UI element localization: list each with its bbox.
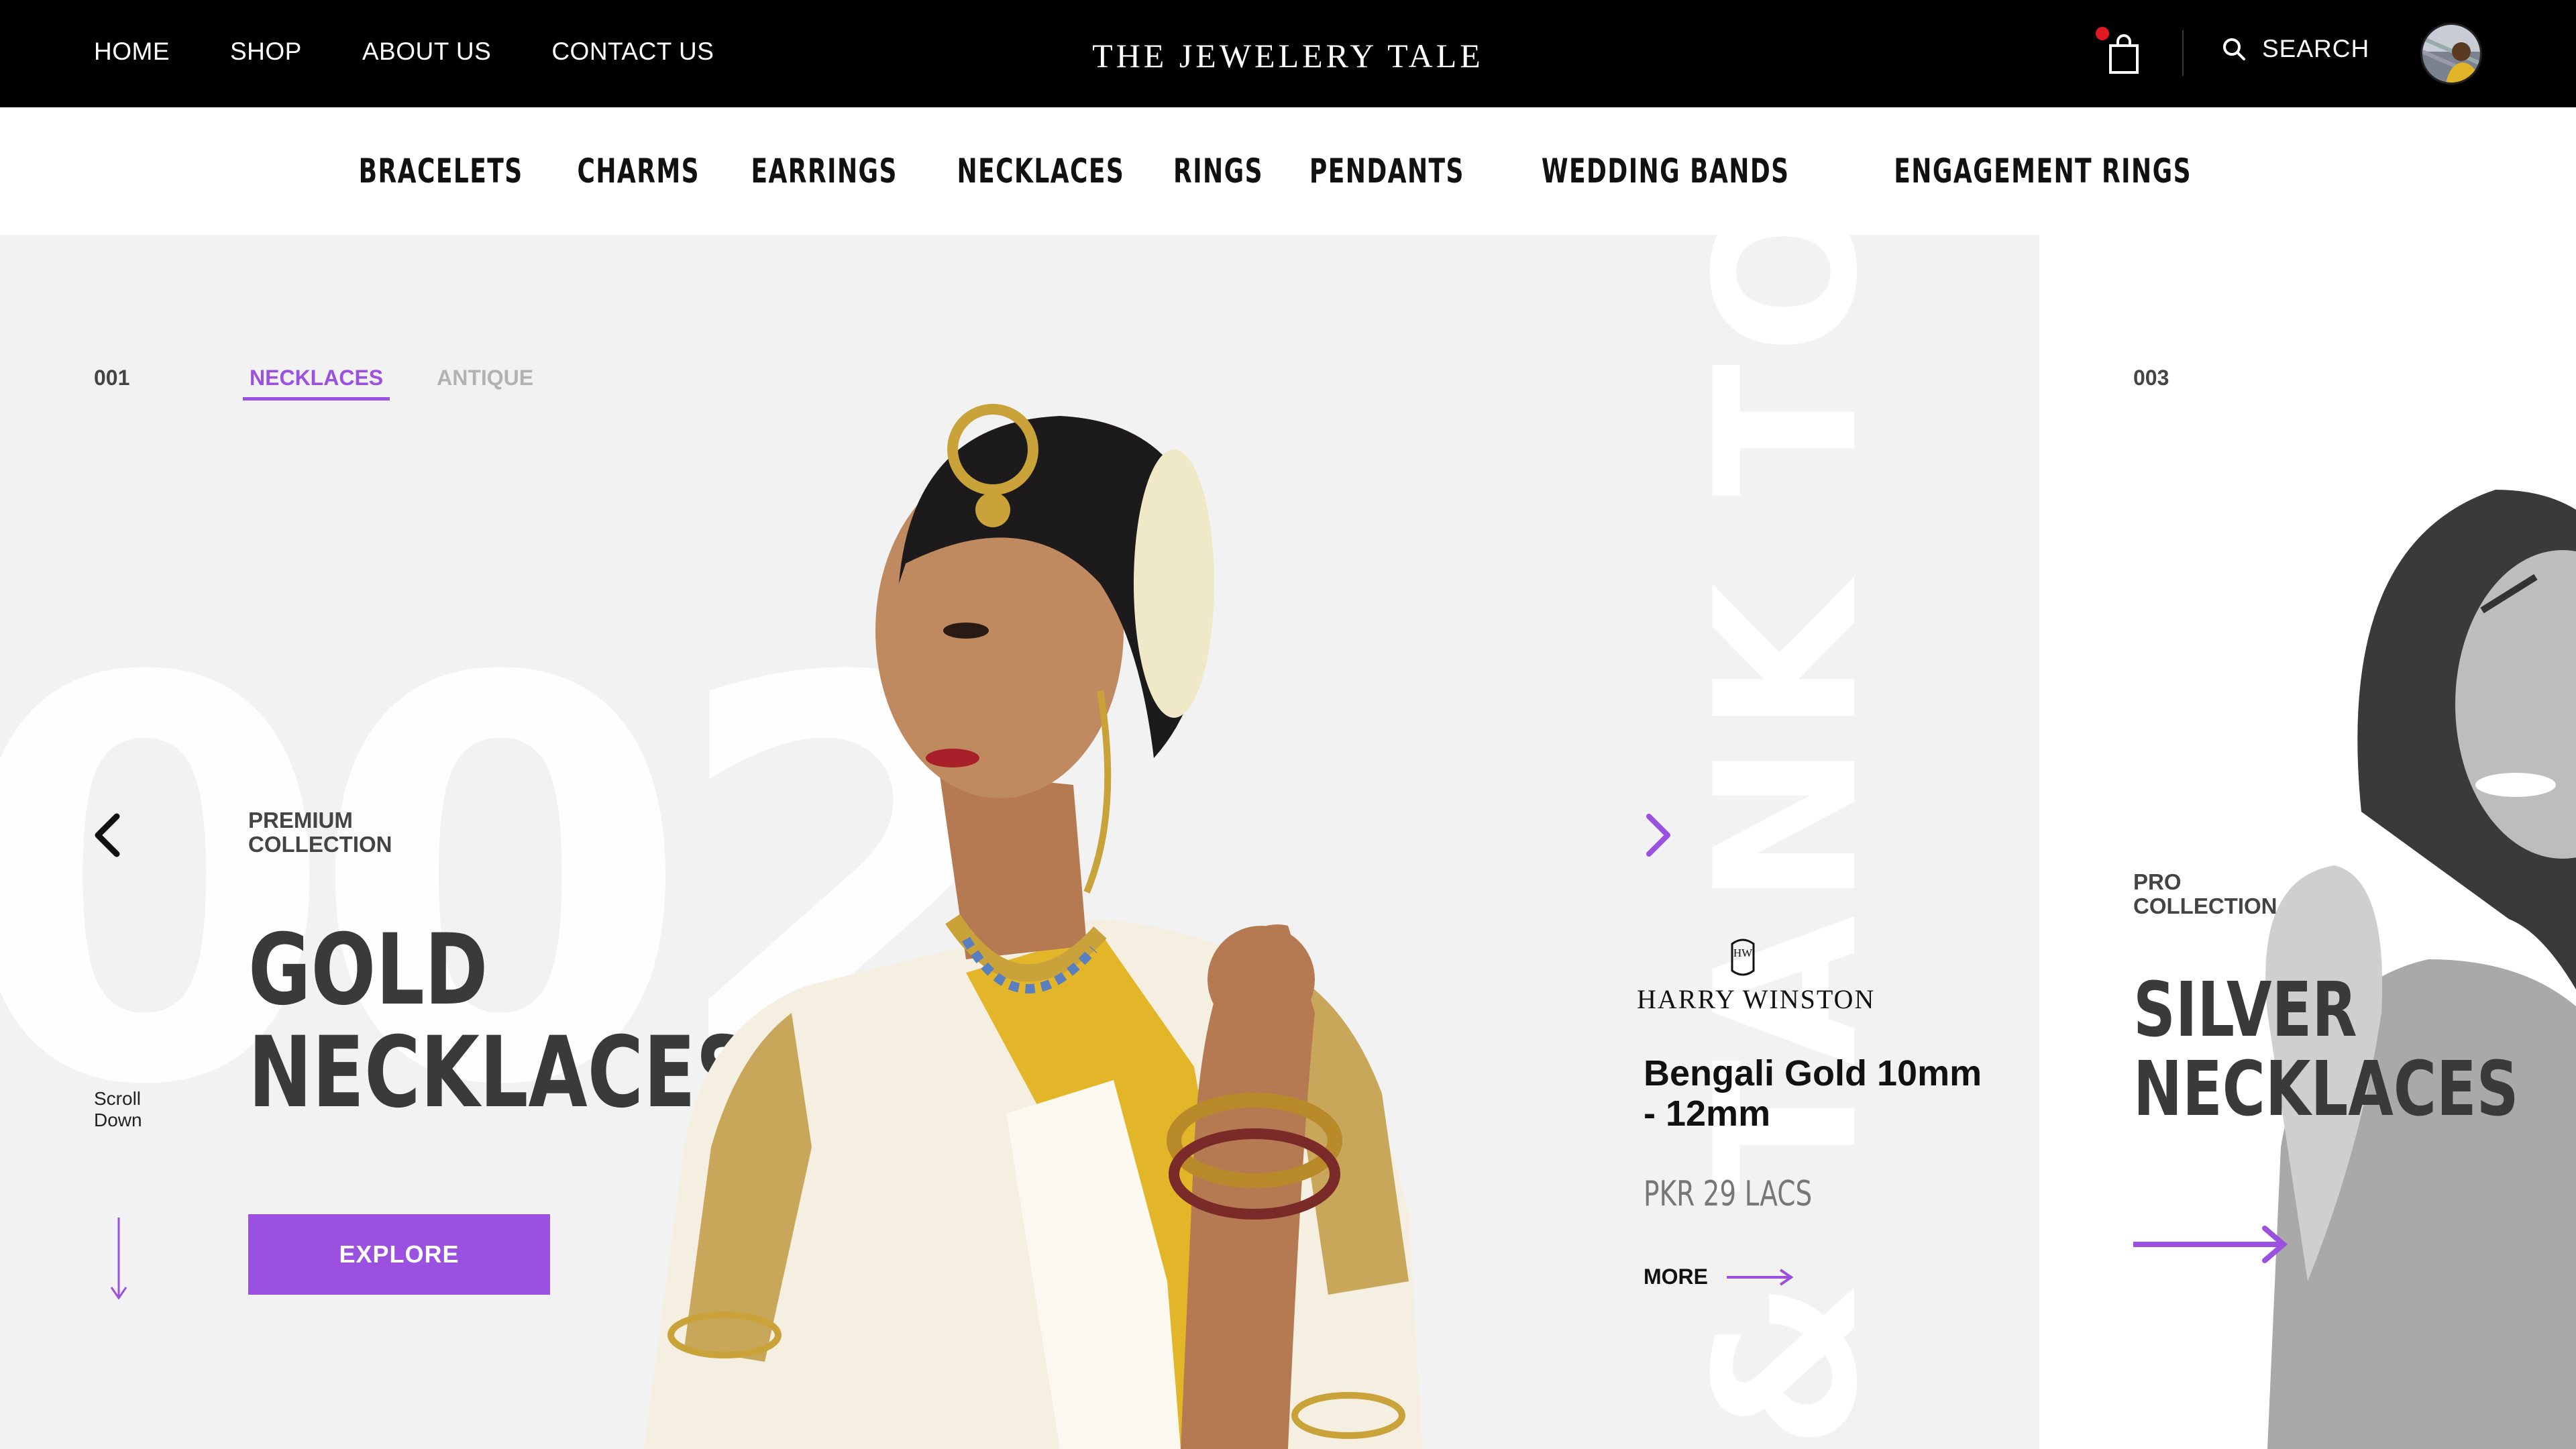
search-button[interactable]: SEARCH [2222, 35, 2369, 63]
category-engagement-rings[interactable]: ENGAGEMENT RINGS [1894, 152, 2192, 191]
next-collection-title-line1: SILVER [2133, 967, 2357, 1054]
search-label: SEARCH [2262, 35, 2370, 62]
tab-necklaces[interactable]: NECKLACES [243, 366, 390, 400]
slide-number: 001 [94, 366, 130, 390]
category-bracelets[interactable]: BRACELETS [358, 152, 523, 191]
arrow-down-icon[interactable] [109, 1218, 129, 1301]
shopping-bag-icon[interactable] [2105, 34, 2143, 75]
explore-button[interactable]: EXPLORE [248, 1214, 550, 1295]
next-collection-title-line2: NECKLACES [2133, 1045, 2519, 1133]
more-label: MORE [1644, 1265, 1708, 1289]
monogram-text: HW [1733, 947, 1753, 959]
category-necklaces[interactable]: NECKLACES [957, 152, 1124, 191]
chevron-left-icon[interactable] [89, 808, 129, 862]
category-rings[interactable]: RINGS [1173, 152, 1263, 191]
category-bar: BRACELETS CHARMS EARRINGS NECKLACES RING… [0, 107, 2576, 235]
more-link[interactable]: MORE [1644, 1265, 1794, 1289]
category-wedding-bands[interactable]: WEDDING BANDS [1541, 152, 1789, 191]
next-slide-preview[interactable]: 003 PRO COLLECTION SILVER NECKLACES [2039, 235, 2576, 1449]
scroll-down-label: Scroll Down [94, 1088, 142, 1130]
arrow-right-icon[interactable] [2133, 1224, 2288, 1265]
brand-name: THE JEWELERY TALE [1092, 37, 1484, 74]
category-pendants[interactable]: PENDANTS [1309, 152, 1464, 191]
brand-logo-harry-winston: HW HARRY WINSTON [1637, 936, 1876, 1015]
next-collection-label: PRO COLLECTION [2133, 869, 2277, 918]
tab-antique[interactable]: ANTIQUE [430, 366, 540, 400]
silver-model-photo [2265, 490, 2576, 1449]
hero-slider: 002 & TANK TOP 001 NECKLACES ANTIQUE PRE… [0, 235, 2039, 1449]
arrow-right-icon [1727, 1268, 1794, 1286]
avatar-image [2422, 25, 2480, 83]
collection-label: PREMIUM COLLECTION [248, 808, 392, 857]
product-price: PKR 29 LACS [1644, 1174, 1813, 1214]
model-photo [644, 404, 1422, 1449]
collection-tabs: NECKLACES ANTIQUE [243, 366, 540, 400]
header-divider [2182, 30, 2184, 76]
product-brand: HARRY WINSTON [1637, 984, 1876, 1014]
top-bar: HOME SHOP ABOUT US CONTACT US THE JEWELE… [0, 0, 2576, 107]
category-earrings[interactable]: EARRINGS [751, 152, 897, 191]
product-name: Bengali Gold 10mm - 12mm [1644, 1053, 1982, 1134]
harry-winston-monogram-icon: HW [1731, 938, 1755, 976]
brand-logo[interactable]: THE JEWELERY TALE [0, 36, 2576, 75]
chevron-right-icon[interactable] [1637, 808, 1677, 862]
category-charms[interactable]: CHARMS [578, 152, 700, 191]
next-collection-title: SILVER NECKLACES [2133, 971, 2519, 1129]
user-avatar[interactable] [2420, 23, 2482, 85]
next-slide-number: 003 [2133, 366, 2169, 390]
search-icon [2223, 38, 2245, 60]
